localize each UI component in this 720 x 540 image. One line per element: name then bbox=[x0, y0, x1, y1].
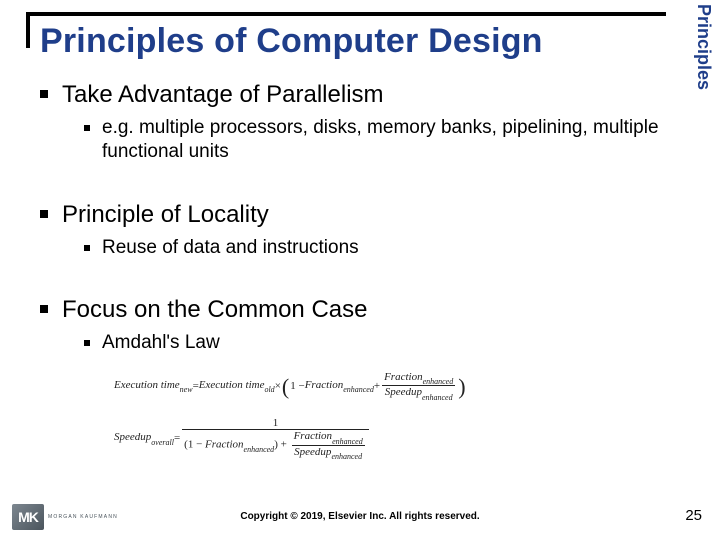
subbullet-amdahl: Amdahl's Law bbox=[84, 331, 660, 355]
bullet-locality: Principle of Locality Reuse of data and … bbox=[40, 200, 660, 260]
square-bullet-icon bbox=[40, 210, 48, 218]
bullet-common-case: Focus on the Common Case Amdahl's Law Ex… bbox=[40, 295, 660, 460]
slide: Principles Principles of Computer Design… bbox=[0, 0, 720, 540]
bullet-text: Principle of Locality bbox=[62, 200, 269, 230]
formula-speedup-overall: Speedupoverall = 1 (1 − Fractionenhanced… bbox=[114, 417, 660, 460]
square-bullet-icon bbox=[84, 245, 90, 251]
bullet-text: Focus on the Common Case bbox=[62, 295, 367, 325]
square-bullet-icon bbox=[84, 125, 90, 131]
square-bullet-icon bbox=[40, 305, 48, 313]
slide-footer: MK MORGAN KAUFMANN Copyright © 2019, Els… bbox=[0, 498, 720, 532]
page-number: 25 bbox=[685, 507, 702, 524]
side-section-label: Principles bbox=[693, 4, 714, 90]
title-rule bbox=[26, 12, 666, 16]
subbullet-text: e.g. multiple processors, disks, memory … bbox=[102, 116, 660, 164]
subbullet-locality-reuse: Reuse of data and instructions bbox=[84, 236, 660, 260]
bullet-text: Take Advantage of Parallelism bbox=[62, 80, 384, 110]
subbullet-text: Reuse of data and instructions bbox=[102, 236, 359, 260]
title-tick bbox=[26, 12, 30, 48]
subbullet-text: Amdahl's Law bbox=[102, 331, 220, 355]
square-bullet-icon bbox=[40, 90, 48, 98]
copyright-text: Copyright © 2019, Elsevier Inc. All righ… bbox=[0, 511, 720, 522]
subbullet-parallelism-examples: e.g. multiple processors, disks, memory … bbox=[84, 116, 660, 164]
square-bullet-icon bbox=[84, 340, 90, 346]
formula-execution-time: Execution timenew = Execution timeold × … bbox=[114, 371, 660, 401]
slide-title: Principles of Computer Design bbox=[40, 22, 543, 61]
bullet-parallelism: Take Advantage of Parallelism e.g. multi… bbox=[40, 80, 660, 164]
slide-body: Take Advantage of Parallelism e.g. multi… bbox=[40, 74, 660, 464]
